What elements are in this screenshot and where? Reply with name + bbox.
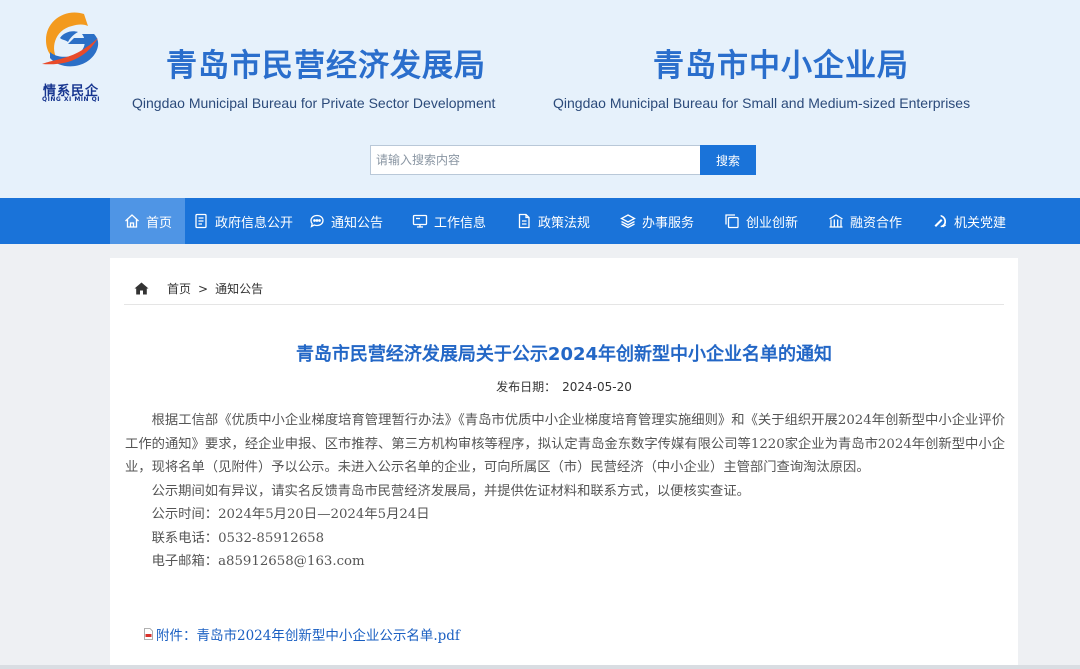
nav-item-home[interactable]: 首页 — [110, 198, 185, 244]
attachment-text[interactable]: 附件：青岛市2024年创新型中小企业公示名单.pdf — [156, 624, 460, 644]
contact-time: 公示时间：2024年5月20日—2024年5月24日 — [151, 507, 430, 522]
site-logo[interactable]: 情系民企 QING XI MIN QI — [36, 8, 106, 103]
pdf-icon — [144, 628, 153, 640]
nav-item-party[interactable]: 机关党建 — [932, 198, 1006, 244]
breadcrumb: 首页 > 通知公告 — [134, 280, 263, 297]
bureau-sme: 青岛市中小企业局 Qingdao Municipal Bureau for Sm… — [553, 40, 970, 111]
article-title: 青岛市民营经济发展局关于公示2024年创新型中小企业名单的通知 — [295, 344, 833, 365]
home-icon — [125, 214, 139, 228]
nav-item-innovation[interactable]: 创业创新 — [724, 198, 798, 244]
bureau-name-en: Qingdao Municipal Bureau for Small and M… — [553, 95, 971, 111]
file-icon — [518, 213, 530, 229]
search-button[interactable]: 搜索 — [700, 145, 756, 175]
paragraph: 根据工信部《优质中小企业梯度培育管理暂行办法》《青岛市优质中小企业梯度培育管理实… — [125, 413, 1005, 475]
nav-label: 工作信息 — [434, 215, 487, 231]
date-value: 2024-05-20 — [562, 380, 632, 394]
nav-label: 融资合作 — [850, 215, 903, 231]
nav-item-gov-info[interactable]: 政府信息公开 — [193, 198, 293, 244]
monitor-icon — [412, 214, 428, 228]
breadcrumb-home-link[interactable]: 首页 — [167, 280, 191, 297]
nav-label: 政策法规 — [538, 215, 591, 231]
bureau-name-cn: 青岛市中小企业局 — [653, 48, 909, 84]
search-input[interactable] — [370, 145, 702, 175]
main-nav: 首页 政府信息公开 通知公告 工作信息 政策法规 办事服务 创业创新 融资合作 … — [0, 198, 1080, 244]
nav-label: 办事服务 — [642, 215, 695, 231]
publish-date: 发布日期： 2024-05-20 — [110, 378, 1018, 395]
contact-email: 电子邮箱：a85912658@163.com — [151, 554, 365, 569]
article-body: 根据工信部《优质中小企业梯度培育管理暂行办法》《青岛市优质中小企业梯度培育管理实… — [125, 409, 1005, 574]
home-icon — [134, 282, 149, 295]
attachment-link[interactable]: 附件：青岛市2024年创新型中小企业公示名单.pdf — [144, 624, 460, 644]
layers-icon — [620, 214, 636, 229]
article-panel: 首页 > 通知公告 青岛市民营经济发展局关于公示2024年创新型中小企业名单的通… — [110, 258, 1018, 669]
nav-item-services[interactable]: 办事服务 — [620, 198, 694, 244]
chat-icon — [310, 214, 324, 228]
bureau-private-sector: 青岛市民营经济发展局 Qingdao Municipal Bureau for … — [132, 40, 495, 111]
copy-icon — [725, 214, 739, 229]
divider — [124, 304, 1004, 305]
nav-item-financing[interactable]: 融资合作 — [828, 198, 902, 244]
nav-label: 首页 — [146, 215, 173, 231]
nav-label: 创业创新 — [746, 215, 799, 231]
building-icon — [829, 214, 843, 228]
nav-item-work-info[interactable]: 工作信息 — [412, 198, 486, 244]
contact-phone: 联系电话：0532-85912658 — [151, 530, 325, 546]
nav-label: 政府信息公开 — [215, 215, 294, 231]
date-label: 发布日期： — [496, 380, 557, 394]
bureau-name-cn: 青岛市民营经济发展局 — [166, 48, 486, 84]
logo-mark-icon — [42, 12, 99, 67]
nav-label: 通知公告 — [331, 215, 384, 231]
bureau-name-en: Qingdao Municipal Bureau for Private Sec… — [132, 95, 496, 111]
breadcrumb-current[interactable]: 通知公告 — [215, 280, 263, 297]
page-bottom-strip — [0, 665, 1080, 669]
breadcrumb-separator: > — [198, 281, 209, 296]
site-header: 情系民企 QING XI MIN QI 青岛市民营经济发展局 Qingdao M… — [0, 0, 1080, 198]
party-icon — [934, 215, 947, 228]
logo-en-text: QING XI MIN QI — [42, 96, 100, 103]
nav-item-notices[interactable]: 通知公告 — [309, 198, 383, 244]
paragraph: 公示期间如有异议，请实名反馈青岛市民营经济发展局，并提供佐证材料和联系方式，以便… — [151, 483, 750, 499]
document-icon — [195, 213, 207, 229]
nav-item-policy[interactable]: 政策法规 — [516, 198, 590, 244]
nav-label: 机关党建 — [954, 215, 1007, 231]
